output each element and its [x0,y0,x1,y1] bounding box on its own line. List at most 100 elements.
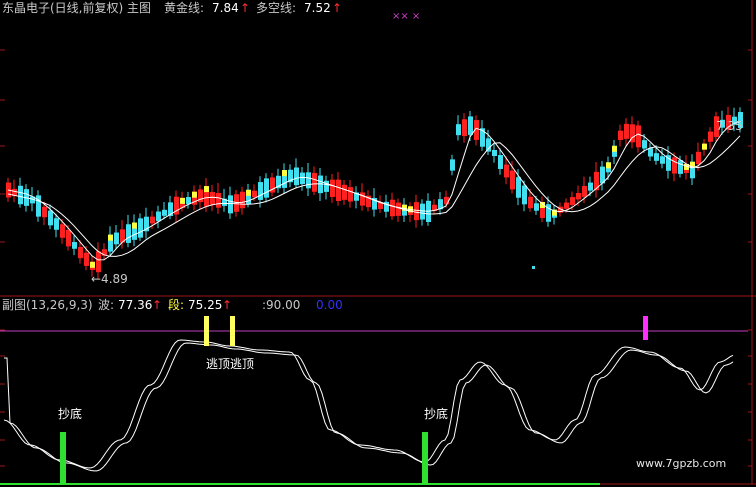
candle-body [294,167,299,186]
candle-body [72,242,77,249]
buy-signal-label-2: 抄底 [424,407,449,421]
zero-value: 0.00 [316,298,343,312]
candle-body [510,170,515,190]
candle-body [54,218,59,230]
candle-highlight [180,197,185,204]
candle-body [126,224,131,243]
candle-body [114,232,119,245]
candle-body [534,203,539,211]
candle-body [576,192,581,200]
candle-body [588,182,593,191]
candle-body [696,151,701,165]
candle-body [504,164,509,178]
candle-body [360,192,365,206]
stray-dot [532,266,535,269]
segment-value: 75.25 [188,298,223,312]
candle-body [636,125,641,148]
wave-label: 波: [98,298,115,312]
candle-body [234,194,239,212]
segment-label: 段: [168,298,185,312]
candle-body [396,202,401,216]
low-price-label: ←4.89 [91,272,128,286]
candle-body [78,247,83,259]
candle-body [672,157,677,174]
candle-highlight [108,234,113,241]
candle-body [240,191,245,209]
price-right-label: 7.35 [716,119,743,133]
segment-line [4,342,734,472]
candle-body [462,119,467,137]
wave-line [3,339,734,469]
candle-body [348,187,353,202]
candle-body [150,216,155,224]
candle-body [618,130,623,141]
candle-highlight [246,189,251,196]
buy-signal-bar-2 [422,432,428,484]
candle-body [162,209,167,216]
candle-body [678,160,683,174]
segment-arrow-icon: ↑ [222,298,233,312]
candle-body [420,203,425,220]
candle-body [528,196,533,209]
sell-signal-bar [204,316,209,346]
watermark: www.7gpzb.com [636,457,727,470]
candle-body [624,123,629,139]
candle-body [342,184,347,200]
candle-body [486,138,491,152]
candle-body [648,148,653,157]
candle-body [330,179,335,197]
candle-body [138,218,143,238]
candle-body [582,185,587,197]
chart-window: 东晶电子(日线,前复权) 主图 黄金线: 7.84 ↑ 多空线: 7.52 ↑ … [0,0,756,487]
candle-highlight [204,186,209,193]
candle-body [210,192,215,205]
candle-body [216,192,221,208]
candle-body [390,199,395,217]
candle-body [456,124,461,136]
candle-highlight [282,170,287,177]
candle-body [570,197,575,205]
candle-body [468,116,473,135]
candle-body [60,224,65,238]
wave-value: 77.36 [118,298,153,312]
candle-body [660,156,665,164]
candle-body [42,206,47,218]
candle-highlight [606,162,611,169]
candle-body [522,185,527,205]
candle-body [312,172,317,192]
candle-body [414,202,419,221]
sell-signal-bar-2 [230,316,235,346]
candle-body [18,185,23,205]
candle-body [228,195,233,214]
candle-body [264,178,269,198]
candle-body [84,252,89,266]
candle-highlight [612,145,617,152]
buy-signal-label: 抄底 [58,407,83,421]
candle-highlight [90,261,95,268]
candle-body [336,179,341,202]
sub-indicator-lines [3,339,734,472]
candle-body [96,251,101,273]
candle-body [498,155,503,169]
candle-highlight [132,222,137,229]
candle-body [300,172,305,185]
grid-lines [0,0,756,485]
buy-signal-bar [60,432,66,484]
candle-highlight [192,191,197,198]
candle-body [258,182,263,200]
candlesticks [6,106,743,279]
candle-body [252,190,257,198]
sub-chart-title: 副图(13,26,9,3) [2,298,93,312]
sell-signal-label: 逃顶逃顶 [206,357,255,371]
kline-chart[interactable] [0,0,756,487]
candle-body [66,229,71,247]
candle-body [450,159,455,171]
candle-body [156,211,161,222]
candle-highlight [702,143,707,150]
wave-arrow-icon: ↑ [152,298,163,312]
top-signal-bar [643,316,648,340]
candle-body [306,172,311,189]
candle-body [492,149,497,157]
level-value: :90.00 [262,298,301,312]
candle-body [708,131,713,142]
